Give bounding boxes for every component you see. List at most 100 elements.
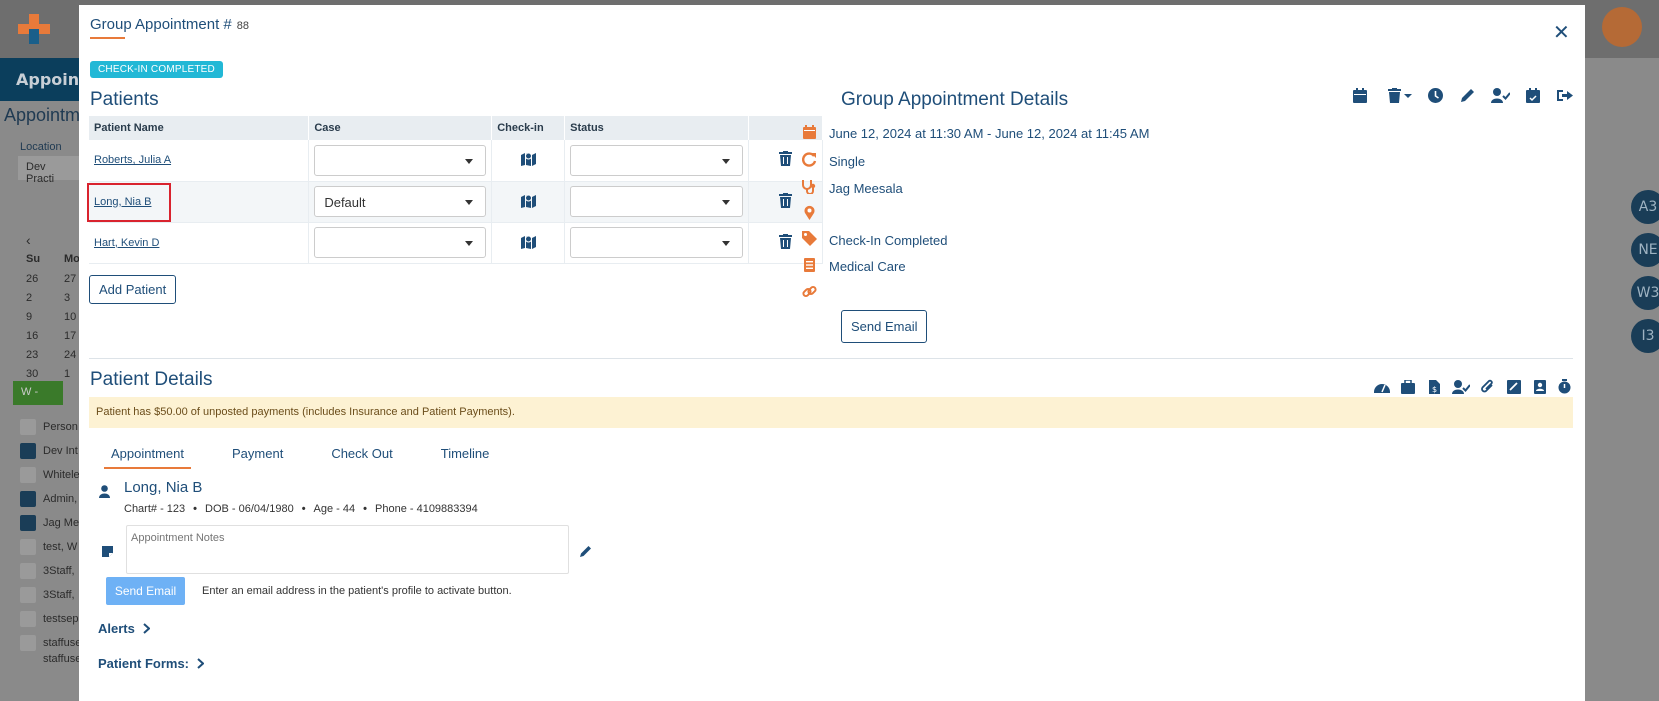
chart-number: Chart# - 123 xyxy=(124,503,186,515)
calendar-day[interactable]: 3 xyxy=(64,292,70,304)
patient-send-email-button[interactable]: Send Email xyxy=(106,577,185,605)
case-select[interactable] xyxy=(314,227,487,258)
person-checkbox[interactable] xyxy=(20,587,36,603)
case-select[interactable] xyxy=(314,144,487,176)
location-select[interactable]: Dev Practi xyxy=(18,156,80,185)
person-checkbox[interactable] xyxy=(20,419,36,435)
status-select[interactable] xyxy=(570,186,744,217)
person-label: testsep xyxy=(43,613,79,625)
chevron-down-icon xyxy=(722,158,731,164)
calendar-day[interactable]: 17 xyxy=(64,330,76,342)
calendar-day[interactable]: 23 xyxy=(26,349,38,361)
note-icon xyxy=(102,546,113,557)
trash-icon[interactable] xyxy=(779,192,792,208)
user-bubble[interactable]: NE xyxy=(1631,233,1659,267)
nav-appointments[interactable]: Appoint xyxy=(16,70,87,89)
patients-table: Patient Name Case Check-in Status Robert… xyxy=(89,116,823,264)
edit-notes-icon[interactable] xyxy=(579,545,592,558)
close-icon[interactable]: ✕ xyxy=(1553,20,1570,44)
view-button[interactable]: W - xyxy=(13,381,63,405)
calendar-icon[interactable] xyxy=(1349,88,1371,103)
separator: • xyxy=(193,503,198,515)
patient-info: Chart# - 123 • DOB - 06/04/1980 • Age - 44… xyxy=(124,503,478,515)
details-heading: Group Appointment Details xyxy=(841,89,1069,110)
person-checkbox[interactable] xyxy=(20,539,36,555)
tab-appointment[interactable]: Appointment xyxy=(104,442,191,469)
sign-out-icon[interactable] xyxy=(1549,88,1581,103)
calendar-day[interactable]: 27 xyxy=(64,273,76,285)
calendar-day[interactable]: 30 xyxy=(26,368,38,380)
col-case: Case xyxy=(308,116,493,140)
invoice-icon[interactable]: $ xyxy=(1421,379,1447,394)
person-checkbox[interactable] xyxy=(20,491,36,507)
trash-dropdown-icon[interactable] xyxy=(1381,88,1419,103)
stopwatch-icon[interactable] xyxy=(1553,379,1575,394)
user-icon xyxy=(99,485,110,498)
edit-icon[interactable] xyxy=(1451,88,1483,103)
trash-icon[interactable] xyxy=(779,151,792,167)
person-checkbox[interactable] xyxy=(20,635,36,651)
svg-text:$: $ xyxy=(1432,385,1437,394)
calendar-day[interactable]: 1 xyxy=(64,368,70,380)
detail-location xyxy=(797,205,829,223)
case-select[interactable]: Default xyxy=(314,186,487,217)
calendar-day[interactable]: 10 xyxy=(64,311,76,323)
patient-link[interactable]: Hart, Kevin D xyxy=(94,237,159,249)
map-marker-icon[interactable] xyxy=(520,193,537,208)
left-panel: Appointm Location Dev Practi ‹ Su Mo 26 2… xyxy=(0,101,81,701)
person-checkbox[interactable] xyxy=(20,515,36,531)
redo-icon xyxy=(797,152,821,170)
paperclip-icon[interactable] xyxy=(1475,379,1501,394)
prev-month-icon[interactable]: ‹ xyxy=(26,232,31,248)
user-check-icon[interactable] xyxy=(1447,379,1475,394)
location-label: Location xyxy=(20,141,62,153)
appointment-notes-input[interactable] xyxy=(126,525,569,574)
map-marker-icon[interactable] xyxy=(520,151,537,167)
patient-forms-toggle[interactable]: Patient Forms: xyxy=(98,656,205,671)
calendar-day[interactable]: 9 xyxy=(26,311,32,323)
briefcase-icon[interactable] xyxy=(1395,379,1421,394)
calendar-check-icon[interactable] xyxy=(1517,88,1549,103)
patient-forms-label: Patient Forms: xyxy=(98,656,190,671)
signature-icon[interactable] xyxy=(1501,379,1527,394)
user-bubble[interactable]: I3 xyxy=(1631,319,1659,353)
person-checkbox[interactable] xyxy=(20,563,36,579)
chevron-down-icon xyxy=(465,158,474,164)
patient-link[interactable]: Roberts, Julia A xyxy=(94,154,171,166)
contact-card-icon[interactable] xyxy=(1527,379,1553,394)
person-checkbox[interactable] xyxy=(20,443,36,459)
person-label: Admin, xyxy=(43,493,78,505)
dashboard-icon[interactable] xyxy=(1369,379,1395,394)
calendar-day[interactable]: 16 xyxy=(26,330,38,342)
person-checkbox[interactable] xyxy=(20,611,36,627)
calendar-day[interactable]: 24 xyxy=(64,349,76,361)
detail-link xyxy=(797,284,829,302)
col-status: Status xyxy=(564,116,750,140)
patient-tabs: Appointment Payment Check Out Timeline xyxy=(104,442,530,469)
status-select[interactable] xyxy=(570,227,744,258)
status-select[interactable] xyxy=(570,144,744,176)
trash-icon[interactable] xyxy=(779,233,792,249)
link-icon xyxy=(797,284,821,302)
user-bubble[interactable]: A3 xyxy=(1631,190,1659,224)
person-label: 3Staff, xyxy=(43,565,75,577)
add-patient-button[interactable]: Add Patient xyxy=(89,275,177,304)
tab-check-out[interactable]: Check Out xyxy=(324,442,399,469)
weekday-su: Su xyxy=(26,253,41,265)
calendar-day[interactable]: 26 xyxy=(26,273,38,285)
user-bubble[interactable]: W3 xyxy=(1631,276,1659,310)
user-check-icon[interactable] xyxy=(1483,88,1517,103)
tab-payment[interactable]: Payment xyxy=(225,442,290,469)
avatar[interactable] xyxy=(1602,7,1642,47)
alerts-toggle[interactable]: Alerts xyxy=(98,621,150,636)
send-email-button[interactable]: Send Email xyxy=(841,310,928,343)
table-row: Roberts, Julia A xyxy=(89,140,823,182)
map-marker-icon[interactable] xyxy=(520,234,537,249)
clock-icon[interactable] xyxy=(1419,88,1451,103)
recurrence: Single xyxy=(829,153,866,169)
group-appointment-modal: Group Appointment # 88 ✕ CHECK-IN COMPLE… xyxy=(79,5,1585,701)
person-checkbox[interactable] xyxy=(20,467,36,483)
calendar-day[interactable]: 2 xyxy=(26,292,32,304)
detail-recurrence: Single xyxy=(797,152,865,170)
tab-timeline[interactable]: Timeline xyxy=(434,442,497,469)
